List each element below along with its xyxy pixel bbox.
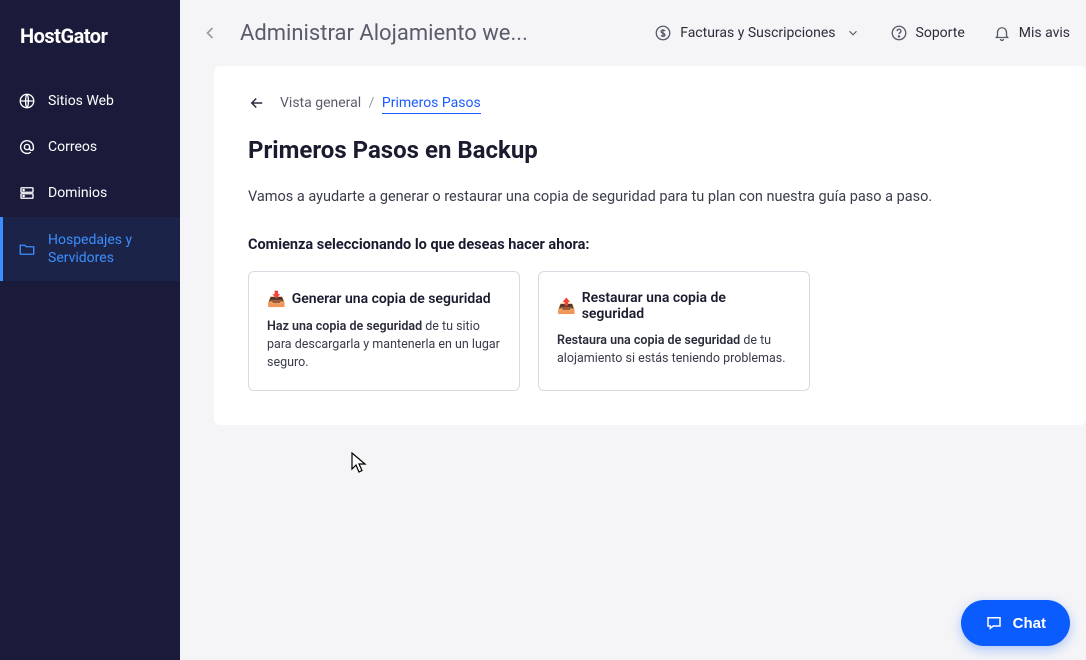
chat-label: Chat [1013,615,1046,632]
support-link[interactable]: Soporte [890,24,965,42]
sidebar-item-label: Hospedajes y Servidores [48,231,162,267]
bell-icon [993,24,1011,42]
topbar-actions: Facturas y Suscripciones Soporte Mis av [654,24,1070,42]
option-cards: 📥 Generar una copia de seguridad Haz una… [248,271,1052,391]
sidebar: HostGator Sitios Web Correos Dominios [0,0,180,660]
billing-label: Facturas y Suscripciones [680,25,835,41]
folder-icon [18,240,36,258]
card-title: 📤 Restaurar una copia de seguridad [557,290,791,322]
main: Administrar Alojamiento we... Facturas y… [180,0,1086,660]
sidebar-item-sites[interactable]: Sitios Web [0,78,180,124]
card-title-text: Restaurar una copia de seguridad [582,290,791,322]
breadcrumb-separator: / [369,95,375,111]
card-description: Restaura una copia de seguridad de tu al… [557,332,791,368]
server-icon [18,184,36,202]
sidebar-item-label: Sitios Web [48,92,114,110]
at-icon [18,138,36,156]
chat-button[interactable]: Chat [961,600,1070,646]
sidebar-item-label: Correos [48,138,97,156]
topbar: Administrar Alojamiento we... Facturas y… [180,0,1086,66]
sidebar-item-domains[interactable]: Dominios [0,170,180,216]
content-card: Vista general / Primeros Pasos Primeros … [214,66,1086,425]
chevron-down-icon [844,24,862,42]
globe-icon [18,92,36,110]
dollar-icon [654,24,672,42]
page-title: Primeros Pasos en Backup [248,136,1052,164]
sidebar-nav: Sitios Web Correos Dominios Hospedajes y… [0,78,180,281]
card-description: Haz una copia de seguridad de tu sitio p… [267,318,501,372]
help-icon [890,24,908,42]
brand-logo[interactable]: HostGator [0,0,180,78]
card-title-text: Generar una copia de seguridad [292,291,491,307]
generate-backup-card[interactable]: 📥 Generar una copia de seguridad Haz una… [248,271,520,391]
restore-backup-card[interactable]: 📤 Restaurar una copia de seguridad Resta… [538,271,810,391]
breadcrumb: Vista general / Primeros Pasos [280,95,481,111]
chat-icon [985,614,1003,632]
page-header-title: Administrar Alojamiento we... [240,21,528,46]
sidebar-item-emails[interactable]: Correos [0,124,180,170]
breadcrumb-parent[interactable]: Vista general [280,95,361,111]
sidebar-item-hosting[interactable]: Hospedajes y Servidores [0,217,180,281]
sidebar-item-label: Dominios [48,184,107,202]
breadcrumb-row: Vista general / Primeros Pasos [248,94,1052,112]
support-label: Soporte [916,25,965,41]
topbar-back-button[interactable] [196,19,224,47]
breadcrumb-back-button[interactable] [248,94,266,112]
notifications-link[interactable]: Mis avis [993,24,1070,42]
billing-menu[interactable]: Facturas y Suscripciones [654,24,861,42]
upload-icon: 📤 [557,297,576,315]
download-icon: 📥 [267,290,286,308]
notifications-label: Mis avis [1019,25,1070,41]
section-label: Comienza seleccionando lo que deseas hac… [248,236,1052,253]
card-title: 📥 Generar una copia de seguridad [267,290,501,308]
breadcrumb-current[interactable]: Primeros Pasos [382,95,481,114]
page-description: Vamos a ayudarte a generar o restaurar u… [248,186,1052,208]
